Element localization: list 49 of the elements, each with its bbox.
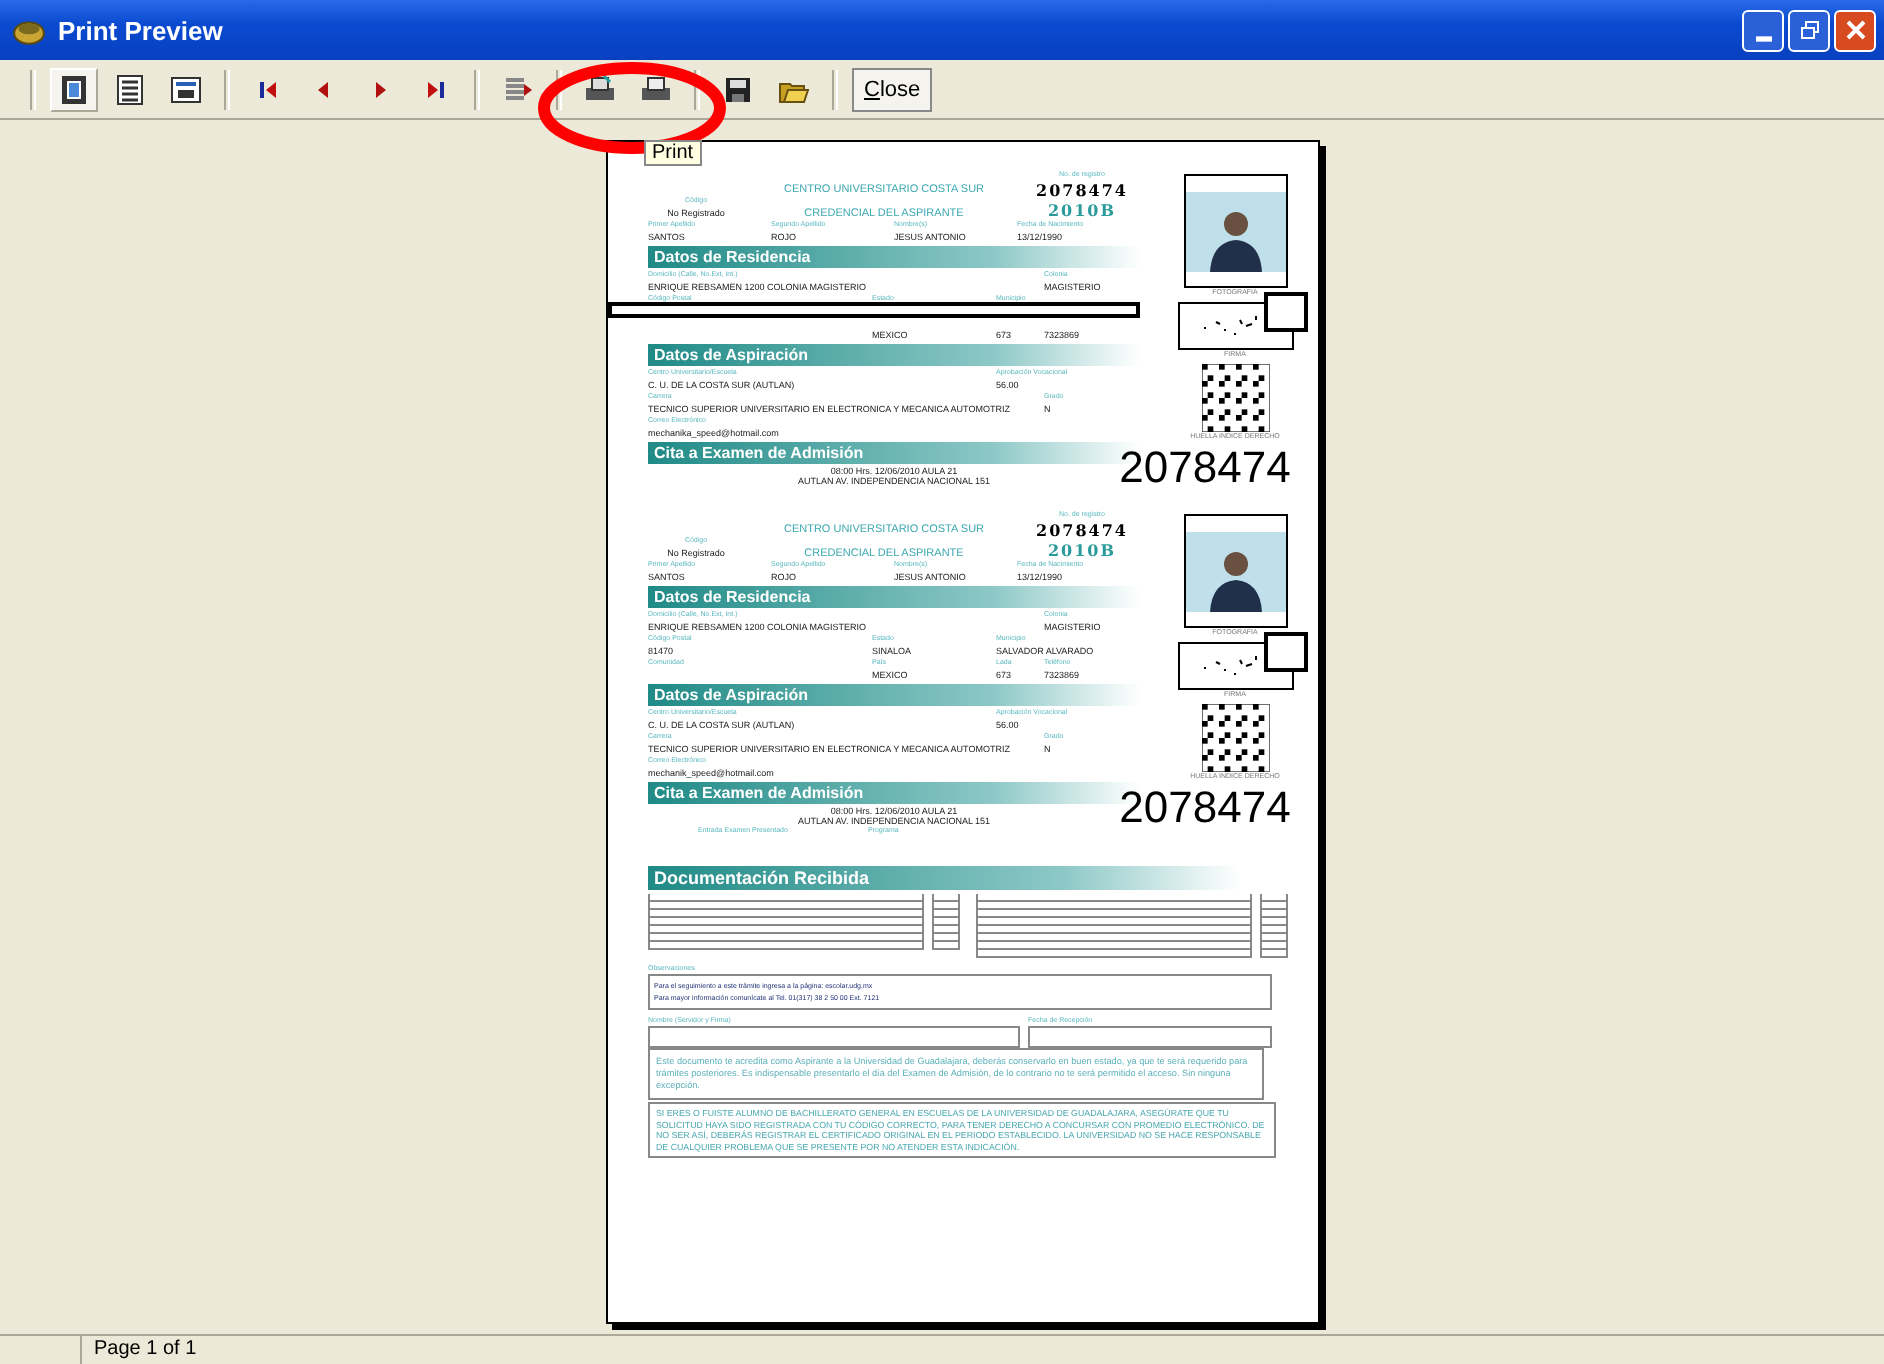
first-page-icon: [256, 77, 280, 101]
section-header: Documentación Recibida: [648, 866, 1240, 890]
checkbox[interactable]: [1260, 894, 1288, 902]
checkbox[interactable]: [1260, 942, 1288, 950]
checkbox[interactable]: [1260, 910, 1288, 918]
minimize-icon: [1755, 35, 1771, 41]
restore-icon: [1799, 20, 1819, 40]
printer-icon: [640, 73, 672, 105]
checkbox[interactable]: [932, 918, 960, 926]
fingerprint-drawing: [1201, 704, 1269, 772]
fingerprint-drawing: [1201, 364, 1269, 432]
checkbox[interactable]: [932, 942, 960, 950]
restore-button[interactable]: [1788, 9, 1830, 51]
page-icon: [58, 73, 90, 105]
period: 2010B: [1047, 540, 1117, 560]
section-header: Datos de Residencia: [648, 246, 1140, 268]
registration-number: 2078474: [1036, 180, 1128, 200]
period: 2010B: [1047, 200, 1117, 220]
close-button[interactable]: Close: [852, 67, 933, 111]
registration-number: 2078474: [1036, 520, 1128, 540]
save-icon: [722, 73, 754, 105]
checkbox[interactable]: [932, 894, 960, 902]
checkbox[interactable]: [1260, 950, 1288, 958]
tooltip: Print: [644, 140, 702, 166]
window-title: Print Preview: [58, 15, 225, 45]
person-silhouette-icon: [1185, 531, 1285, 611]
checkbox[interactable]: [1260, 918, 1288, 926]
go-to-page-icon: [502, 73, 534, 105]
checkbox[interactable]: [932, 910, 960, 918]
person-silhouette-icon: [1185, 191, 1285, 271]
section-header: Datos de Aspiración: [648, 344, 1140, 366]
section-header: Datos de Residencia: [648, 586, 1140, 608]
checkbox[interactable]: [932, 926, 960, 934]
close-icon: [1845, 20, 1865, 40]
last-page-icon: [424, 77, 448, 101]
lines-icon: [114, 73, 146, 105]
checkbox[interactable]: [1260, 934, 1288, 942]
section-header: Datos de Aspiración: [648, 684, 1140, 706]
page-indicator: Page 1 of 1: [92, 1336, 197, 1364]
fit-page-icon: [170, 73, 202, 105]
checkbox[interactable]: [1260, 926, 1288, 934]
minimize-button[interactable]: [1742, 9, 1784, 51]
checkbox[interactable]: [932, 934, 960, 942]
toolbar-button[interactable]: [50, 67, 98, 111]
app-icon: [12, 15, 46, 45]
printer-icon: [584, 73, 616, 105]
checkbox[interactable]: [1260, 902, 1288, 910]
close-button[interactable]: [1834, 9, 1876, 51]
checkbox[interactable]: [932, 902, 960, 910]
